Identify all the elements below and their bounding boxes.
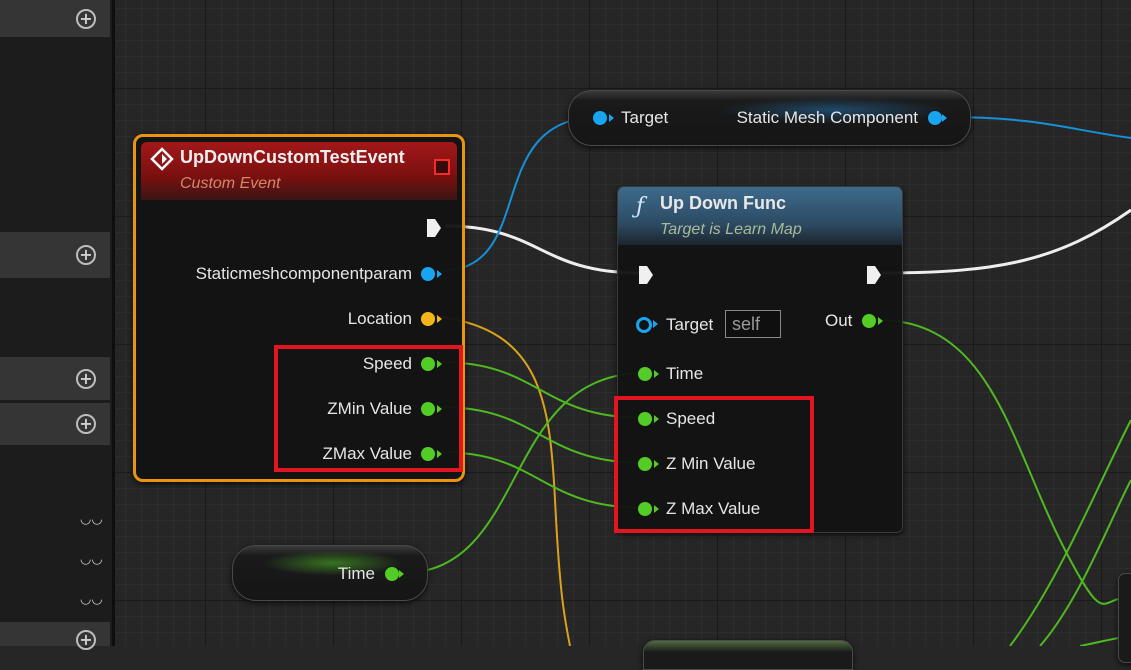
node-glow (263, 550, 403, 576)
pin-arrow (878, 317, 883, 325)
pin-arrow (609, 114, 614, 122)
object-output-pin[interactable] (928, 111, 942, 125)
pin-arrow (437, 270, 442, 278)
object-wire (944, 116, 1131, 139)
exec-wire (444, 224, 641, 275)
target-input-label: Target (621, 108, 669, 127)
event-node-subtitle: Custom Event (180, 175, 281, 192)
out-pin-label: Out (825, 311, 853, 330)
replicate-icon[interactable] (434, 159, 450, 175)
target-default-field[interactable]: self (725, 310, 781, 338)
float-wire (1009, 419, 1131, 646)
float-input-pin[interactable] (638, 367, 652, 381)
event-diamond-icon (150, 147, 174, 171)
pin-arrow (942, 114, 947, 122)
location-pin-label: Location (347, 309, 412, 328)
offscreen-node-partial[interactable] (1118, 573, 1131, 663)
time-variable-node[interactable]: Time (232, 545, 428, 601)
vector-output-pin[interactable] (421, 312, 435, 326)
param-pin-label: Staticmeshcomponentparam (195, 264, 412, 283)
pin-arrow (399, 570, 404, 578)
highlight-box (274, 345, 463, 472)
event-node-title: UpDownCustomTestEvent (180, 147, 405, 167)
float-output-pin[interactable] (385, 567, 399, 581)
exec-output-pin[interactable] (425, 217, 443, 239)
function-node-subtitle: Target is Learn Map (660, 221, 802, 238)
object-input-pin[interactable] (593, 111, 607, 125)
time-pin-label: Time (666, 364, 704, 383)
float-output-pin[interactable] (862, 314, 876, 328)
exec-input-pin[interactable] (637, 264, 655, 286)
exec-output-pin[interactable] (865, 264, 883, 286)
highlight-box (614, 396, 814, 533)
pin-arrow (653, 320, 658, 328)
pin-arrow (437, 315, 442, 323)
function-icon: ƒ (636, 194, 645, 219)
offscreen-node-partial[interactable] (643, 640, 853, 670)
object-output-pin[interactable] (421, 267, 435, 281)
component-output-label: Static Mesh Component (736, 108, 918, 127)
time-output-label: Time (337, 564, 375, 583)
pin-arrow (654, 370, 659, 378)
target-pin-label: Target (666, 315, 714, 334)
variable-get-node[interactable]: Target Static Mesh Component (568, 90, 971, 146)
object-input-pin[interactable] (636, 317, 652, 333)
function-node-title: Up Down Func (660, 193, 786, 213)
exec-wire (881, 208, 1131, 275)
target-default-value: self (732, 314, 761, 334)
